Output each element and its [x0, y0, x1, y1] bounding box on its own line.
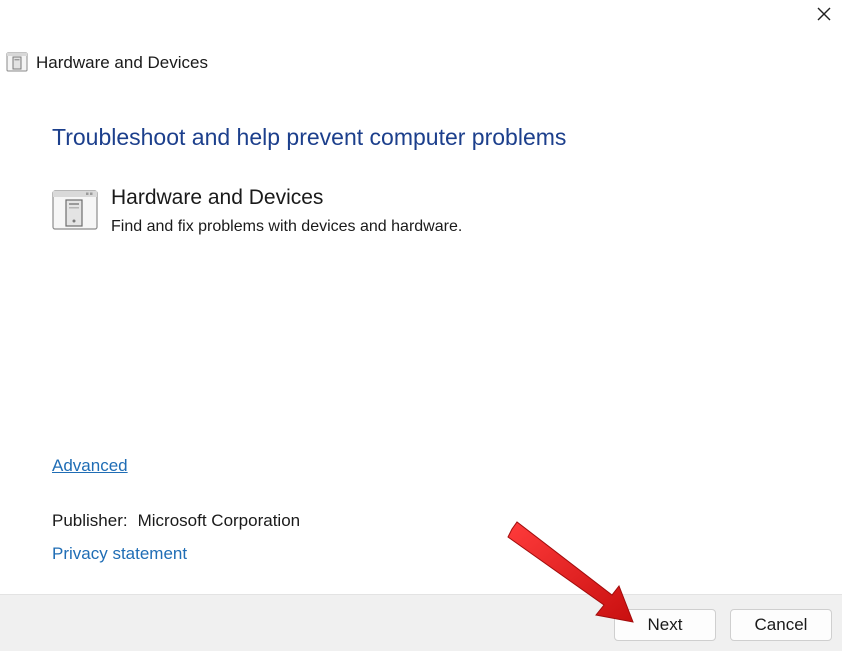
title-bar: Hardware and Devices: [0, 0, 842, 90]
publisher-info: Publisher: Microsoft Corporation: [52, 511, 300, 531]
publisher-label: Publisher:: [52, 511, 128, 530]
close-button[interactable]: [806, 0, 842, 32]
close-icon: [816, 6, 832, 27]
troubleshooter-title: Hardware and Devices: [111, 186, 324, 209]
hardware-device-icon: [6, 52, 28, 72]
privacy-statement-link[interactable]: Privacy statement: [52, 544, 187, 564]
page-heading: Troubleshoot and help prevent computer p…: [52, 124, 567, 150]
publisher-value: Microsoft Corporation: [137, 511, 301, 530]
next-button[interactable]: Next: [614, 609, 716, 641]
troubleshooter-description: Find and fix problems with devices and h…: [111, 218, 463, 235]
window-title: Hardware and Devices: [36, 53, 208, 72]
troubleshooter-window: Hardware and Devices Troubleshoot and he…: [0, 0, 842, 651]
hardware-device-icon: [52, 190, 98, 230]
cancel-button[interactable]: Cancel: [730, 609, 832, 641]
advanced-link[interactable]: Advanced: [52, 456, 128, 476]
